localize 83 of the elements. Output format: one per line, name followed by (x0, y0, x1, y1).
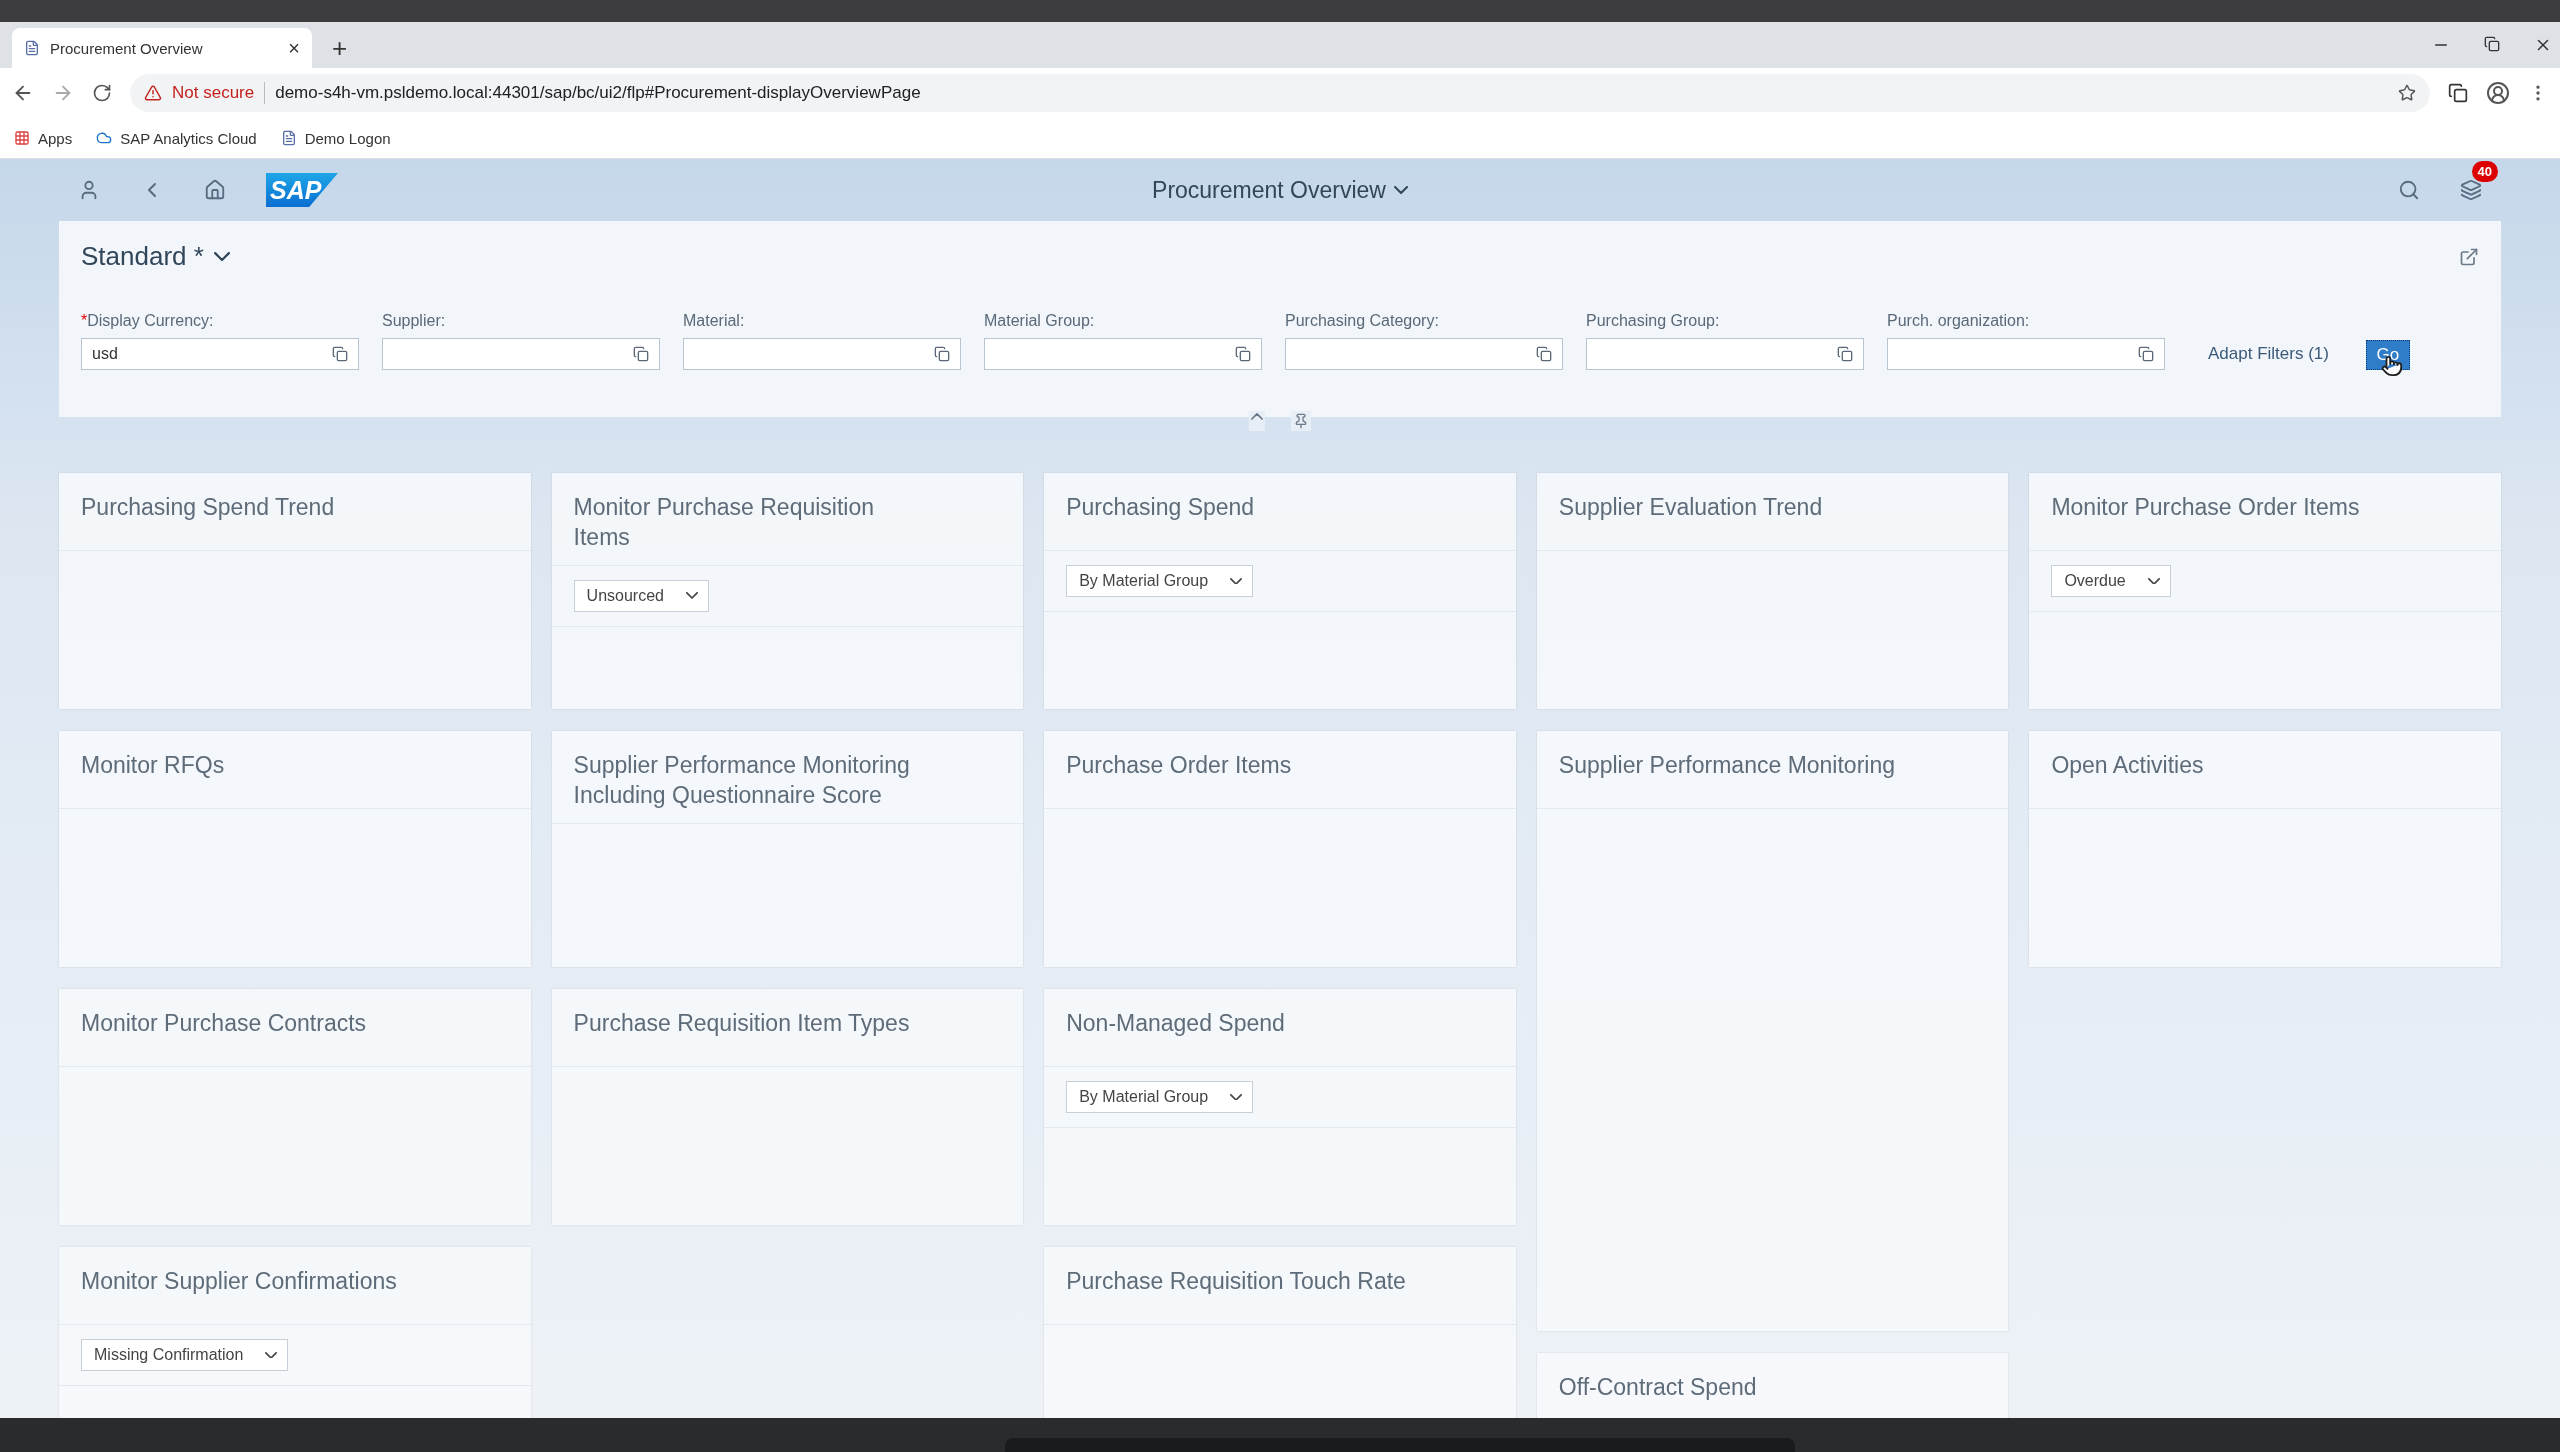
value-help-icon[interactable] (1235, 346, 1251, 362)
chevron-down-icon (1393, 186, 1408, 194)
field-label: Material: (683, 312, 746, 330)
document-icon (280, 130, 297, 146)
reload-icon[interactable] (92, 83, 112, 103)
browser-tab[interactable]: Procurement Overview × (12, 28, 312, 68)
chevron-down-icon (213, 251, 230, 262)
filter-input-field[interactable] (1285, 338, 1563, 370)
field-label: *Display Currency: (81, 312, 215, 330)
card-title[interactable]: Purchase Requisition Touch Rate (1066, 1267, 1412, 1297)
card-title[interactable]: Monitor Supplier Confirmations (81, 1267, 426, 1297)
card-title[interactable]: Monitor Purchase Order Items (2051, 493, 2397, 523)
chevron-down-icon (1230, 577, 1243, 585)
input-value: usd (92, 345, 118, 363)
card-title[interactable]: Monitor RFQs (81, 751, 426, 781)
document-icon (24, 40, 40, 56)
card-title[interactable]: Purchase Requisition Item Types (573, 1009, 919, 1039)
url-text: demo-s4h-vm.psldemo.local:44301/sap/bc/ui2/flp#Procurement-displayOverviewPage (275, 83, 922, 103)
card-title[interactable]: Supplier Performance Monitoring Including Questionnaire Score (573, 751, 919, 811)
home-icon[interactable] (204, 179, 226, 201)
pin-button[interactable] (1291, 411, 1311, 431)
filter-input-field[interactable] (1586, 338, 1864, 370)
card-title[interactable]: Monitor Purchase Contracts (81, 1009, 426, 1039)
value-help-icon[interactable] (2138, 346, 2154, 362)
chevron-down-icon (1230, 1093, 1243, 1101)
collapse-button[interactable] (1249, 411, 1265, 431)
field-label: Purch. organization: (1887, 312, 2031, 330)
notifications-icon[interactable] (2460, 179, 2482, 201)
bookmark-link[interactable]: Apps (14, 129, 73, 147)
card-title[interactable]: Purchasing Spend Trend (81, 493, 426, 523)
filter-input-field[interactable]: usd (81, 338, 359, 370)
value-help-icon[interactable] (633, 346, 649, 362)
variant-selector[interactable]: Standard * (81, 241, 230, 272)
filter-input-field[interactable] (382, 338, 660, 370)
search-icon[interactable] (2398, 179, 2420, 201)
adapt-filters-link[interactable]: Adapt Filters (1) (2208, 344, 2329, 370)
card-title[interactable]: Supplier Performance Monitoring (1558, 751, 1904, 781)
card-filter-dropdown[interactable]: By Material Group (1066, 565, 1254, 597)
notification-badge: 40 (2471, 161, 2498, 182)
card-title[interactable]: Purchasing Spend (1066, 493, 1412, 523)
chevron-down-icon (2147, 577, 2160, 585)
value-help-icon[interactable] (1837, 346, 1853, 362)
cloud-icon (96, 130, 113, 146)
value-help-icon[interactable] (1536, 346, 1552, 362)
card-filter-dropdown[interactable]: Overdue (2051, 565, 2171, 597)
filter-input-field[interactable] (683, 338, 961, 370)
field-label: Supplier: (382, 312, 447, 330)
pin-icon (1293, 413, 1309, 429)
card-filter-dropdown[interactable]: Unsourced (573, 579, 709, 612)
security-label: Not secure (172, 83, 255, 103)
account-icon[interactable] (2486, 81, 2510, 105)
card-title[interactable]: Non-Managed Spend (1066, 1009, 1412, 1039)
new-tab-button[interactable]: + (322, 28, 358, 68)
value-help-icon[interactable] (934, 346, 950, 362)
filter-input-field[interactable] (1887, 338, 2165, 370)
card-title[interactable]: Open Activities (2051, 751, 2397, 781)
card-filter-dropdown[interactable]: Missing Confirmation (81, 1339, 289, 1371)
tab-title: Procurement Overview (50, 39, 204, 57)
address-bar[interactable]: Not secure demo-s4h-vm.psldemo.local:44301/sap/bc/ui2/flp#Procurement-displayOverviewPage (130, 74, 2430, 112)
chevron-down-icon (685, 592, 698, 600)
close-tab-button[interactable]: × (288, 36, 300, 60)
card-title[interactable]: Off-Contract Spend (1558, 1373, 1904, 1403)
logo[interactable]: SAP (266, 173, 338, 207)
chevron-down-icon (265, 1351, 278, 1359)
warning-icon (144, 84, 162, 102)
extension-icon[interactable] (2448, 83, 2468, 103)
field-label: Purchasing Category: (1285, 312, 1440, 330)
card-title[interactable]: Monitor Purchase Requisition Items (573, 493, 919, 553)
star-icon[interactable] (2398, 84, 2416, 102)
bookmark-link[interactable]: SAP Analytics Cloud (96, 129, 257, 147)
share-icon[interactable] (2459, 246, 2479, 267)
apps-grid-icon (14, 130, 30, 146)
card-title[interactable]: Purchase Order Items (1066, 751, 1412, 781)
card-title[interactable]: Supplier Evaluation Trend (1558, 493, 1904, 523)
restore-icon[interactable] (2484, 36, 2500, 54)
app-title-menu[interactable]: Procurement Overview (1146, 175, 1414, 205)
card-filter-dropdown[interactable]: By Material Group (1066, 1081, 1254, 1113)
bookmark-link[interactable]: Demo Logon (280, 129, 391, 147)
filter-input-field[interactable] (984, 338, 1262, 370)
field-label: Material Group: (984, 312, 1096, 330)
field-label: Purchasing Group: (1586, 312, 1721, 330)
chevron-up-icon (1251, 413, 1263, 420)
value-help-icon[interactable] (332, 346, 348, 362)
